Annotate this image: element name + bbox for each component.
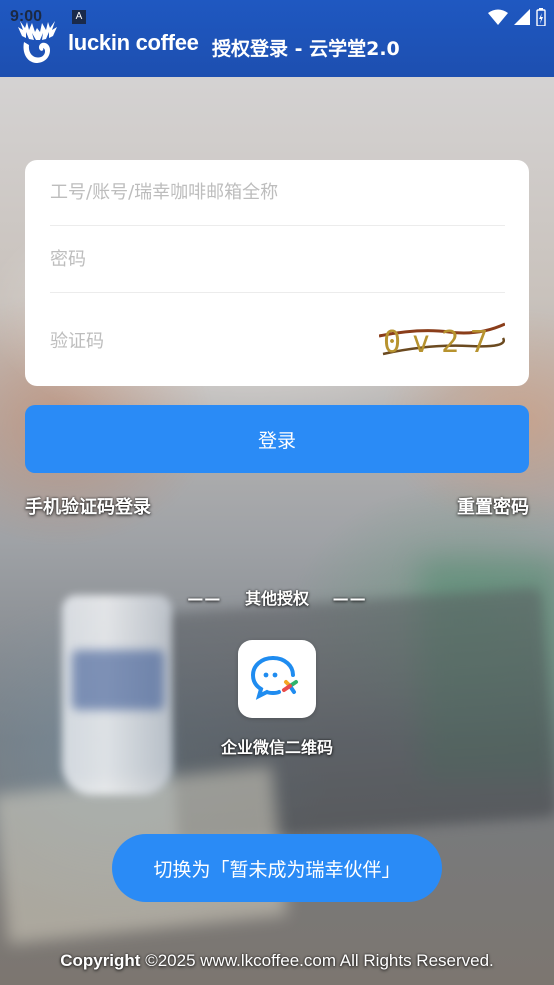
wecom-label: 企业微信二维码 xyxy=(220,738,333,757)
battery-icon xyxy=(536,8,546,26)
divider-dash-left: —— xyxy=(187,589,222,608)
status-icons xyxy=(488,8,546,26)
divider-dash-right: —— xyxy=(332,589,367,608)
captcha-field-wrapper: 0v27 xyxy=(50,306,505,376)
copyright-bold: Copyright xyxy=(60,951,141,970)
account-field-wrapper xyxy=(50,160,505,226)
other-auth-divider: —— 其他授权 —— xyxy=(0,585,554,609)
status-time: 9:00 xyxy=(10,8,43,25)
login-button[interactable]: 登录 xyxy=(25,405,529,473)
switch-partner-button[interactable]: 切换为「暂未成为瑞幸伙伴」 xyxy=(112,834,442,902)
wifi-icon xyxy=(488,9,508,25)
password-input[interactable] xyxy=(50,227,505,292)
background-photo-cup-band xyxy=(72,650,164,710)
password-field-wrapper xyxy=(50,227,505,293)
captcha-image[interactable]: 0v27 xyxy=(379,318,505,362)
sms-login-link[interactable]: 手机验证码登录 xyxy=(25,493,151,519)
login-card: 0v27 xyxy=(25,160,529,386)
page-title: 授权登录 - 云学堂2.0 xyxy=(212,38,400,60)
brand-name: luckin coffee xyxy=(68,30,199,55)
other-auth-title: 其他授权 xyxy=(244,589,309,608)
wecom-icon xyxy=(250,656,298,700)
captcha-text: 0v27 xyxy=(383,325,499,360)
copyright-text: ©2025 www.lkcoffee.com All Rights Reserv… xyxy=(140,951,494,970)
account-input[interactable] xyxy=(50,160,505,225)
notification-badge-icon: A xyxy=(72,10,86,24)
wecom-login-button[interactable] xyxy=(238,640,316,718)
signal-icon xyxy=(514,9,530,25)
status-bar: 9:00 A xyxy=(0,0,554,30)
background-photo-laptop xyxy=(162,587,554,843)
copyright-footer: Copyright ©2025 www.lkcoffee.com All Rig… xyxy=(0,951,554,971)
reset-password-link[interactable]: 重置密码 xyxy=(457,493,529,519)
captcha-input[interactable] xyxy=(50,306,350,376)
background-photo-cup xyxy=(62,595,172,795)
